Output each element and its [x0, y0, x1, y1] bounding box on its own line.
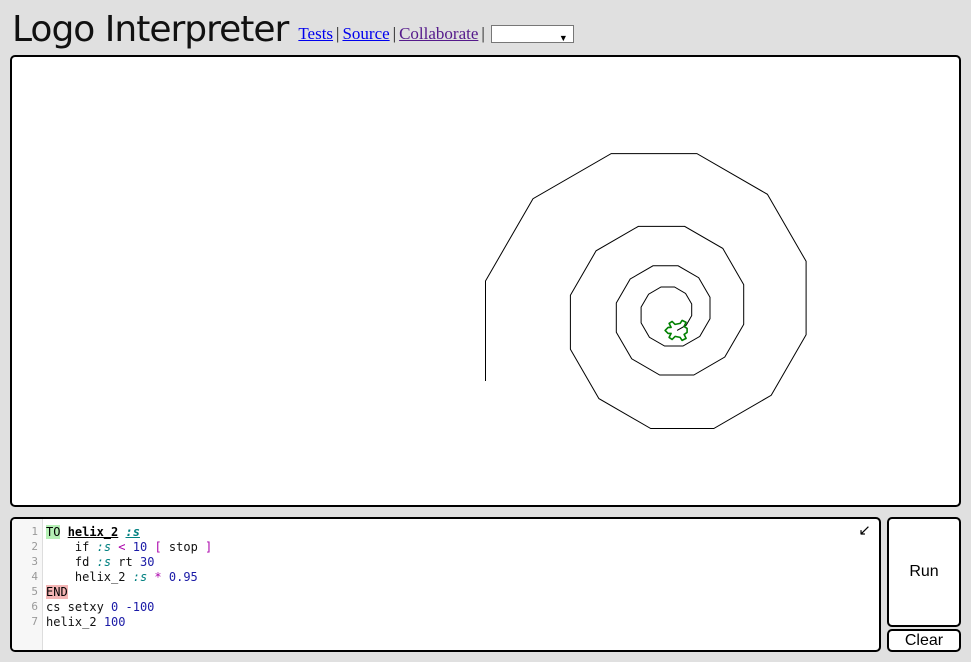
operator: <: [118, 540, 126, 554]
code-text[interactable]: TO helix_2 :s if :s < 10 [ stop ] fd :s …: [46, 525, 212, 630]
expand-icon[interactable]: ↙: [858, 521, 871, 539]
line-number: 2: [31, 540, 38, 553]
source-link[interactable]: Source: [342, 24, 389, 43]
clear-button[interactable]: Clear: [887, 629, 961, 652]
line-number: 7: [31, 615, 38, 628]
turtle-drawing: [485, 153, 807, 429]
nav-separator: |: [392, 24, 397, 43]
helix-path: [485, 153, 807, 429]
app-title: Logo Interpreter: [12, 9, 289, 50]
line-number: 4: [31, 570, 38, 583]
code-line: TO helix_2 :s: [46, 525, 212, 540]
nav-separator: |: [336, 24, 340, 43]
turtle-icon: [664, 319, 688, 342]
keyword-end: END: [46, 585, 68, 599]
bracket: [: [154, 540, 162, 554]
number: 100: [103, 615, 126, 629]
variable: :s: [96, 555, 112, 569]
code-line: END: [46, 585, 212, 600]
code-token: if: [74, 540, 90, 554]
number: 0: [111, 600, 119, 614]
code-token: stop: [168, 540, 198, 554]
number: 30: [139, 555, 155, 569]
examples-dropdown[interactable]: ▼: [490, 25, 574, 43]
code-token: rt: [118, 555, 133, 569]
line-number: 5: [31, 585, 38, 598]
operator: *: [154, 570, 162, 584]
run-button[interactable]: Run: [887, 517, 961, 627]
procedure-name: helix_2: [67, 525, 119, 539]
number: -100: [125, 600, 155, 614]
line-number: 3: [31, 555, 38, 568]
variable: :s: [96, 540, 112, 554]
tests-link[interactable]: Tests: [298, 24, 333, 43]
nav-links: Tests | Source | Collaborate | ▼: [298, 24, 574, 50]
code-line: if :s < 10 [ stop ]: [46, 540, 212, 555]
code-line: fd :s rt 30: [46, 555, 212, 570]
code-line: helix_2 :s * 0.95: [46, 570, 212, 585]
header: Logo Interpreter Tests | Source | Collaborat…: [12, 6, 574, 50]
code-token: helix_2: [74, 570, 126, 584]
line-number: 1: [31, 525, 38, 538]
code-line: cs setxy 0 -100: [46, 600, 212, 615]
bracket: ]: [205, 540, 213, 554]
variable: :s: [132, 570, 148, 584]
chevron-down-icon: ▼: [558, 33, 568, 43]
line-number: 6: [31, 600, 38, 613]
number: 10: [132, 540, 148, 554]
nav-separator: |: [481, 24, 485, 43]
parameter: :s: [125, 525, 140, 539]
number: 0.95: [168, 570, 198, 584]
turtle-canvas[interactable]: [10, 55, 961, 507]
turtle-shell: [664, 319, 688, 342]
code-token: fd: [74, 555, 90, 569]
line-number-gutter: 1 2 3 4 5 6 7: [12, 519, 43, 650]
code-token: cs setxy: [46, 600, 104, 614]
code-editor[interactable]: 1 2 3 4 5 6 7 TO helix_2 :s if :s < 10 […: [10, 517, 881, 652]
code-token: helix_2: [46, 615, 97, 629]
code-line: helix_2 100: [46, 615, 212, 630]
keyword-to: TO: [46, 525, 61, 539]
collaborate-link[interactable]: Collaborate: [399, 24, 478, 43]
